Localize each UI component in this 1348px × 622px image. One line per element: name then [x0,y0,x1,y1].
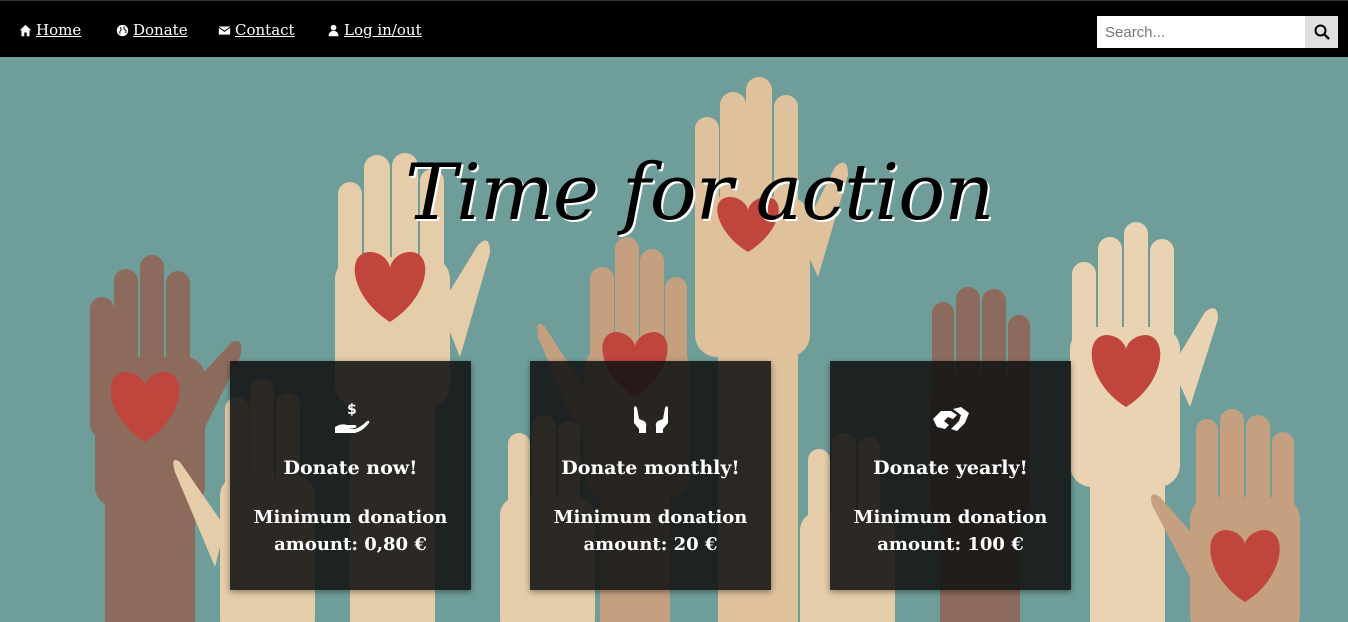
handshake-icon [931,399,971,439]
nav-contact-link[interactable]: Contact [218,21,295,39]
envelope-icon [218,25,231,35]
hero-title: Time for action [405,148,994,238]
hands-holding-icon [631,399,671,439]
donate-yearly-card[interactable]: Donate yearly! Minimum donation amount: … [830,361,1071,590]
user-icon [328,24,339,36]
card-title: Donate monthly! [561,457,740,479]
card-description: Minimum donation amount: 0,80 € [253,507,448,555]
nav-donate-label: Donate [133,21,188,39]
search-input[interactable] [1097,16,1305,48]
search-icon [1314,24,1330,40]
nav-home-label: Home [36,21,82,39]
donate-monthly-card[interactable]: Donate monthly! Minimum donation amount:… [530,361,771,590]
nav-donate-link[interactable]: Donate [116,21,188,39]
nav-login-label: Log in/out [344,21,422,39]
home-icon [19,24,32,36]
globe-icon [116,24,129,36]
hand-holding-dollar-icon: $ [331,399,371,439]
nav-home-link[interactable]: Home [19,21,81,39]
card-title: Donate yearly! [873,457,1028,479]
top-navbar: Home Donate Contact Log in/out [0,0,1348,57]
nav-contact-label: Contact [235,21,295,39]
card-title: Donate now! [283,457,418,479]
card-description: Minimum donation amount: 100 € [853,507,1048,555]
donate-now-card[interactable]: $ Donate now! Minimum donation amount: 0… [230,361,471,590]
card-description: Minimum donation amount: 20 € [553,507,748,555]
nav-login-link[interactable]: Log in/out [327,21,422,39]
svg-text:$: $ [347,402,357,418]
search-button[interactable] [1305,16,1338,48]
